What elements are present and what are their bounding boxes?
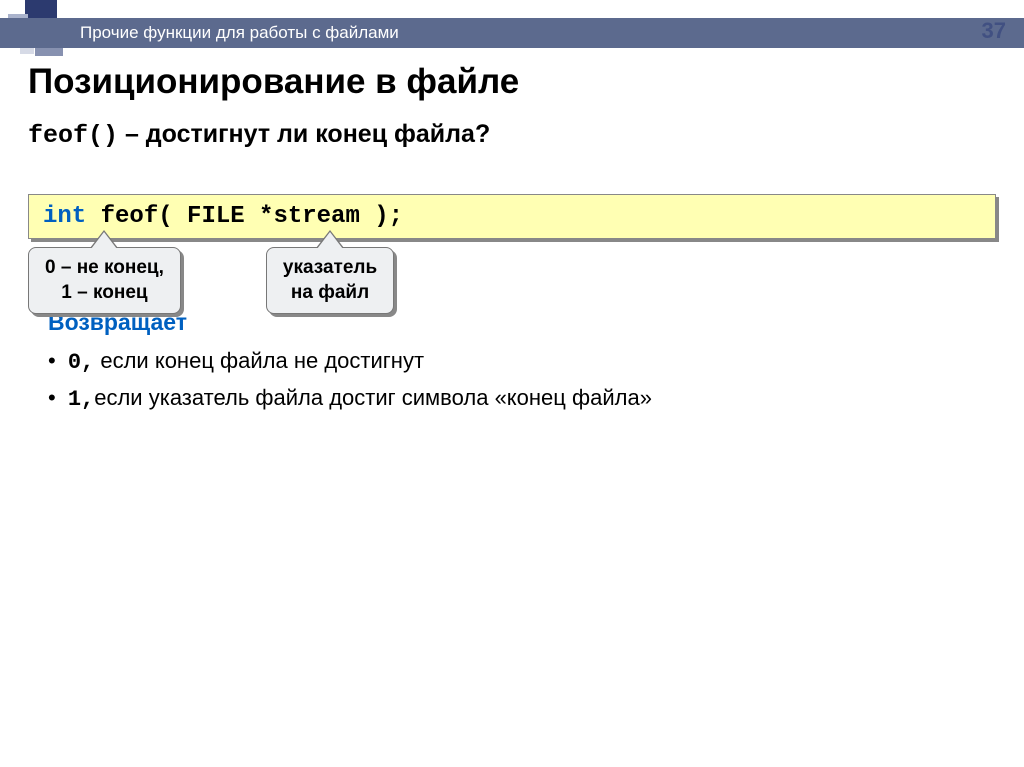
bullet-icon: •: [48, 348, 56, 373]
return-item-0: • 0, если конец файла не достигнут: [48, 348, 996, 375]
returns-section: Возвращает • 0, если конец файла не дост…: [28, 309, 996, 412]
callouts-row: 0 – не конец, 1 – конец указатель на фай…: [28, 247, 394, 314]
code-signature-box: int feof( FILE *stream );: [28, 194, 996, 239]
bullet-icon: •: [48, 385, 56, 410]
return-text: если конец файла не достигнут: [94, 348, 424, 373]
return-item-1: • 1,если указатель файла достиг символа …: [48, 385, 996, 412]
return-code: 1,: [68, 387, 94, 412]
slide-title: Позиционирование в файле: [28, 62, 996, 102]
section-header-text: Прочие функции для работы с файлами: [80, 23, 399, 43]
page-number: 37: [982, 18, 1006, 44]
return-text: если указатель файла достиг символа «кон…: [94, 385, 652, 410]
slide-subtitle: feof() – достигнут ли конец файла?: [28, 120, 996, 150]
section-header: Прочие функции для работы с файлами: [0, 18, 1024, 48]
callout-return-value: 0 – не конец, 1 – конец: [28, 247, 181, 314]
code-keyword: int: [43, 203, 86, 230]
callout-file-pointer: указатель на файл: [266, 247, 394, 314]
return-code: 0,: [68, 350, 94, 375]
code-rest: feof( FILE *stream );: [86, 203, 403, 230]
func-name: feof(): [28, 121, 118, 150]
subtitle-text: – достигнут ли конец файла?: [118, 120, 490, 148]
